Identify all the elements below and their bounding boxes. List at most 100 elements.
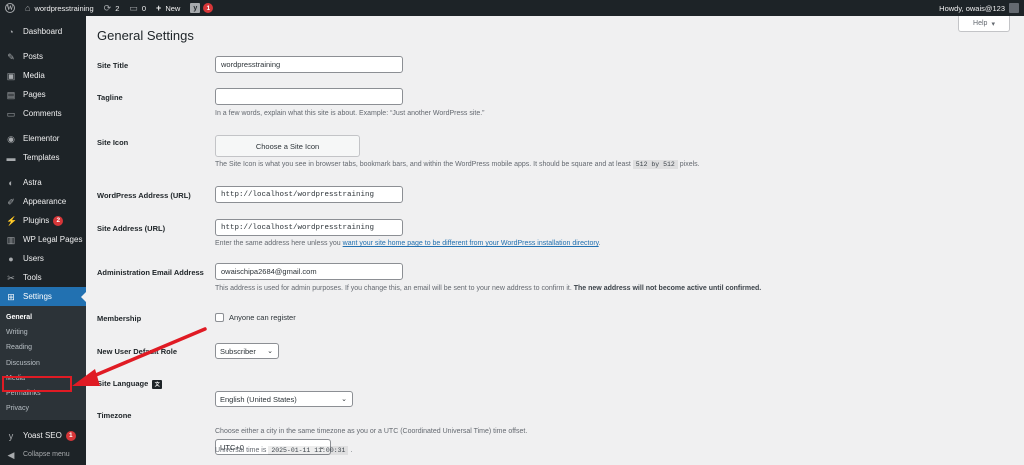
admin-email-description: This address is used for admin purposes.… (215, 285, 761, 292)
yoast-icon: y (8, 430, 14, 441)
anyone-can-register-checkbox[interactable] (215, 313, 224, 322)
timezone-label: Timezone (97, 411, 132, 420)
plugins-update-badge: 2 (53, 215, 64, 226)
updates-menu[interactable]: ⟳ 2 (99, 0, 125, 16)
sidebar-item-label: Settings (23, 292, 52, 301)
sidebar-item-elementor[interactable]: ◉ Elementor (0, 129, 86, 148)
anyone-can-register-label[interactable]: Anyone can register (229, 313, 296, 322)
translation-icon: 文 (152, 379, 163, 389)
site-address-desc-text: Enter the same address here unless you (215, 240, 341, 247)
sidebar-item-posts[interactable]: ✎ Posts (0, 47, 86, 66)
submenu-item-general[interactable]: General (0, 310, 86, 325)
comments-menu[interactable]: ▭ 0 (124, 0, 151, 16)
admin-menu: ◔ Dashboard ✎ Posts ▣ Media ▤ Pages ▭ Co… (0, 16, 86, 465)
choose-site-icon-button[interactable]: Choose a Site Icon (215, 135, 360, 157)
collapse-menu-button[interactable]: ◀ Collapse menu (0, 445, 86, 464)
default-role-select[interactable]: Subscriber ⌄ (215, 343, 279, 359)
sidebar-item-media[interactable]: ▣ Media (0, 66, 86, 85)
chevron-down-icon: ⌄ (341, 396, 347, 403)
site-language-text: Site Language (97, 379, 149, 388)
site-title-input[interactable]: wordpresstraining (215, 56, 403, 73)
admin-email-desc-bold: The new address will not become active u… (573, 285, 762, 292)
submenu-item-reading[interactable]: Reading (0, 340, 86, 355)
collapse-label: Collapse menu (23, 451, 70, 459)
elementor-icon: ◉ (7, 133, 15, 144)
avatar (1009, 3, 1019, 13)
site-icon-description: The Site Icon is what you see in browser… (215, 160, 700, 169)
sidebar-item-tools[interactable]: ✂ Tools (0, 268, 86, 287)
sidebar-item-label: Comments (23, 109, 62, 118)
yoast-menu[interactable]: y 1 (185, 0, 218, 16)
comment-icon: ▭ (129, 2, 138, 13)
sidebar-item-label: Appearance (23, 197, 67, 206)
site-language-label: Site Language 文 (97, 379, 163, 389)
site-name: wordpresstraining (34, 3, 94, 13)
site-language-value: English (United States) (220, 394, 297, 404)
site-title-label: Site Title (97, 61, 129, 70)
my-account-menu[interactable]: Howdy, owais@123 (934, 0, 1024, 16)
collapse-icon: ◀ (7, 449, 15, 460)
comments-count: 0 (141, 3, 147, 13)
site-address-description: Enter the same address here unless you w… (215, 240, 601, 247)
settings-icon: ⊞ (7, 291, 15, 302)
howdy-text: Howdy, owais@123 (939, 3, 1005, 13)
sidebar-item-label: Pages (23, 90, 46, 99)
sidebar-item-settings[interactable]: ⊞ Settings (0, 287, 86, 306)
sidebar-item-templates[interactable]: ▬ Templates (0, 148, 86, 167)
astra-icon: ◐ (8, 177, 14, 188)
admin-bar: W ⌂ wordpresstraining ⟳ 2 ▭ 0 + New y 1 … (0, 0, 1024, 16)
settings-submenu: General Writing Reading Discussion Media… (0, 306, 86, 421)
site-language-select[interactable]: English (United States) ⌄ (215, 391, 353, 407)
home-icon: ⌂ (25, 3, 31, 13)
timezone-description: Choose either a city in the same timezon… (215, 428, 528, 435)
sidebar-item-label: Yoast SEO (23, 431, 62, 441)
help-tab-button[interactable]: Help ▾ (958, 16, 1010, 32)
sidebar-item-label: WP Legal Pages (23, 235, 83, 244)
submenu-item-privacy[interactable]: Privacy (0, 401, 86, 416)
site-address-help-link[interactable]: want your site home page to be different… (343, 240, 599, 247)
icon-by: by (651, 161, 660, 168)
sidebar-item-label: Tools (23, 273, 42, 282)
wordpress-logo-menu[interactable]: W (0, 0, 20, 16)
wordpress-address-input[interactable]: http://localhost/wordpresstraining (215, 186, 403, 203)
submenu-item-discussion[interactable]: Discussion (0, 356, 86, 371)
admin-email-desc-text: This address is used for admin purposes.… (215, 285, 572, 292)
help-label: Help (973, 20, 988, 27)
sidebar-item-astra[interactable]: ◐ Astra (0, 173, 86, 192)
sidebar-item-wp-legal-pages[interactable]: ▥ WP Legal Pages (0, 230, 86, 249)
admin-email-label: Administration Email Address (97, 268, 204, 277)
sidebar-item-dashboard[interactable]: ◔ Dashboard (0, 22, 86, 41)
site-address-input[interactable]: http://localhost/wordpresstraining (215, 219, 403, 236)
icon-height: 512 (663, 161, 675, 168)
new-content-menu[interactable]: + New (151, 0, 185, 16)
sidebar-item-appearance[interactable]: ✐ Appearance (0, 192, 86, 211)
sidebar-item-users[interactable]: ● Users (0, 249, 86, 268)
admin-email-input[interactable]: owaischipa2684@gmail.com (215, 263, 403, 280)
yoast-notification-badge: 1 (203, 3, 214, 13)
permalinks-highlight-box (2, 376, 72, 392)
sidebar-item-plugins[interactable]: ⚡ Plugins 2 (0, 211, 86, 230)
pages-icon: ▤ (6, 89, 16, 100)
tagline-input[interactable] (215, 88, 403, 105)
icon-width: 512 (635, 161, 648, 168)
new-label: New (165, 3, 181, 13)
sidebar-item-pages[interactable]: ▤ Pages (0, 85, 86, 104)
paintbrush-icon: ✐ (7, 196, 15, 207)
universal-time: Universal time is 2025-01-11 11:00:31 . (215, 446, 352, 455)
default-role-label: New User Default Role (97, 347, 178, 356)
dashboard-icon: ◔ (8, 26, 14, 37)
chevron-down-icon: ▾ (991, 20, 995, 28)
wrench-icon: ✂ (7, 272, 15, 283)
sidebar-item-yoast-seo[interactable]: y Yoast SEO 1 (0, 426, 86, 445)
sidebar-item-label: Astra (23, 178, 42, 187)
sidebar-item-comments[interactable]: ▭ Comments (0, 104, 86, 123)
updates-icon: ⟳ (103, 2, 112, 13)
users-icon: ● (8, 253, 14, 264)
sidebar-item-label: Templates (23, 153, 60, 162)
submenu-item-writing[interactable]: Writing (0, 325, 86, 340)
site-name-menu[interactable]: ⌂ wordpresstraining (20, 0, 99, 16)
site-icon-desc-text: The Site Icon is what you see in browser… (215, 161, 631, 168)
default-role-value: Subscriber (220, 346, 256, 356)
updates-count: 2 (115, 3, 120, 13)
icon-size-code: 512 by 512 (632, 160, 678, 169)
